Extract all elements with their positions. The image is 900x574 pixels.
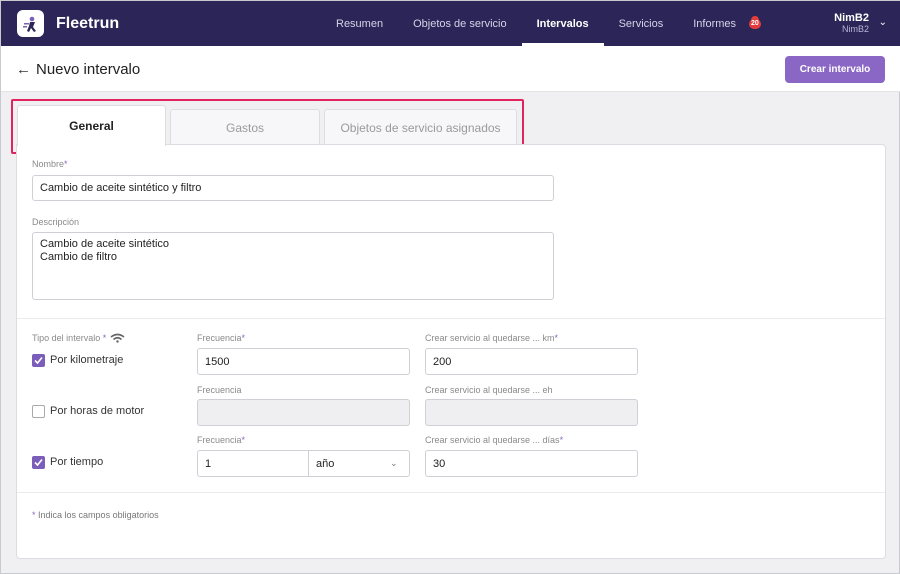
checkbox-engine-hours[interactable] (32, 405, 45, 418)
tab-general[interactable]: General (17, 105, 166, 146)
back-arrow-icon[interactable]: ← (16, 61, 31, 78)
nav-item-intervalos[interactable]: Intervalos (521, 1, 604, 46)
time-advance-label: Crear servicio al quedarse ... días* (425, 435, 564, 445)
engine-hours-advance-label: Crear servicio al quedarse ... eh (425, 385, 553, 395)
chevron-down-icon[interactable]: ⌄ (879, 17, 887, 28)
user-name: NimB2 (834, 12, 869, 24)
mileage-label: Por kilometraje (50, 354, 124, 366)
page-title: Nuevo intervalo (36, 61, 141, 78)
mileage-advance-input[interactable]: 200 (425, 348, 638, 375)
checkbox-time[interactable] (32, 456, 45, 469)
checkmark-icon (34, 458, 43, 467)
main-nav: Resumen Objetos de servicio Intervalos S… (321, 1, 751, 46)
notification-count-badge: 20 (749, 19, 761, 29)
interval-type-label: Tipo del intervalo * (32, 333, 107, 343)
nav-item-informes[interactable]: Informes (678, 1, 751, 46)
wifi-signal-icon (110, 333, 125, 343)
create-interval-button[interactable]: Crear intervalo (785, 56, 885, 83)
form-card: Nombre* Cambio de aceite sintético y fil… (16, 144, 886, 559)
time-frequency-input[interactable]: 1 (197, 450, 309, 477)
time-unit-value: año (316, 457, 335, 470)
name-input[interactable]: Cambio de aceite sintético y filtro (32, 175, 554, 201)
required-fields-footnote: * Indica los campos obligatorios (32, 510, 159, 520)
app-name: Fleetrun (56, 15, 120, 32)
description-label: Descripción (32, 217, 80, 227)
name-label: Nombre* (32, 159, 68, 169)
chevron-down-icon[interactable]: ⌄ (390, 458, 398, 469)
time-frequency-label: Frecuencia* (197, 435, 246, 445)
checkbox-mileage[interactable] (32, 354, 45, 367)
section-divider (17, 318, 885, 319)
user-menu[interactable]: NimB2 NimB2 (834, 12, 869, 34)
page-header: ← Nuevo intervalo Crear intervalo (1, 46, 900, 92)
mileage-frequency-label: Frecuencia* (197, 333, 246, 343)
engine-hours-frequency-input[interactable] (197, 399, 410, 426)
tab-gastos[interactable]: Gastos (170, 109, 320, 145)
mileage-advance-label: Crear servicio al quedarse ... km* (425, 333, 559, 343)
engine-hours-advance-input[interactable] (425, 399, 638, 426)
user-account: NimB2 (841, 24, 869, 34)
nav-item-objetos-de-servicio[interactable]: Objetos de servicio (398, 1, 522, 46)
time-label: Por tiempo (50, 456, 104, 468)
time-advance-input[interactable]: 30 (425, 450, 638, 477)
engine-hours-label: Por horas de motor (50, 405, 145, 417)
tab-objetos-de-servicio-asignados[interactable]: Objetos de servicio asignados (324, 109, 517, 145)
description-textarea[interactable]: Cambio de aceite sintético Cambio de fil… (32, 232, 554, 300)
nav-item-servicios[interactable]: Servicios (604, 1, 679, 46)
engine-hours-frequency-label: Frecuencia (197, 385, 242, 395)
checkmark-icon (34, 356, 43, 365)
mileage-frequency-input[interactable]: 1500 (197, 348, 410, 375)
nav-item-resumen[interactable]: Resumen (321, 1, 398, 46)
top-bar: Fleetrun Resumen Objetos de servicio Int… (1, 1, 900, 46)
section-divider (17, 492, 885, 493)
fleetrun-logo-icon[interactable] (17, 10, 44, 37)
